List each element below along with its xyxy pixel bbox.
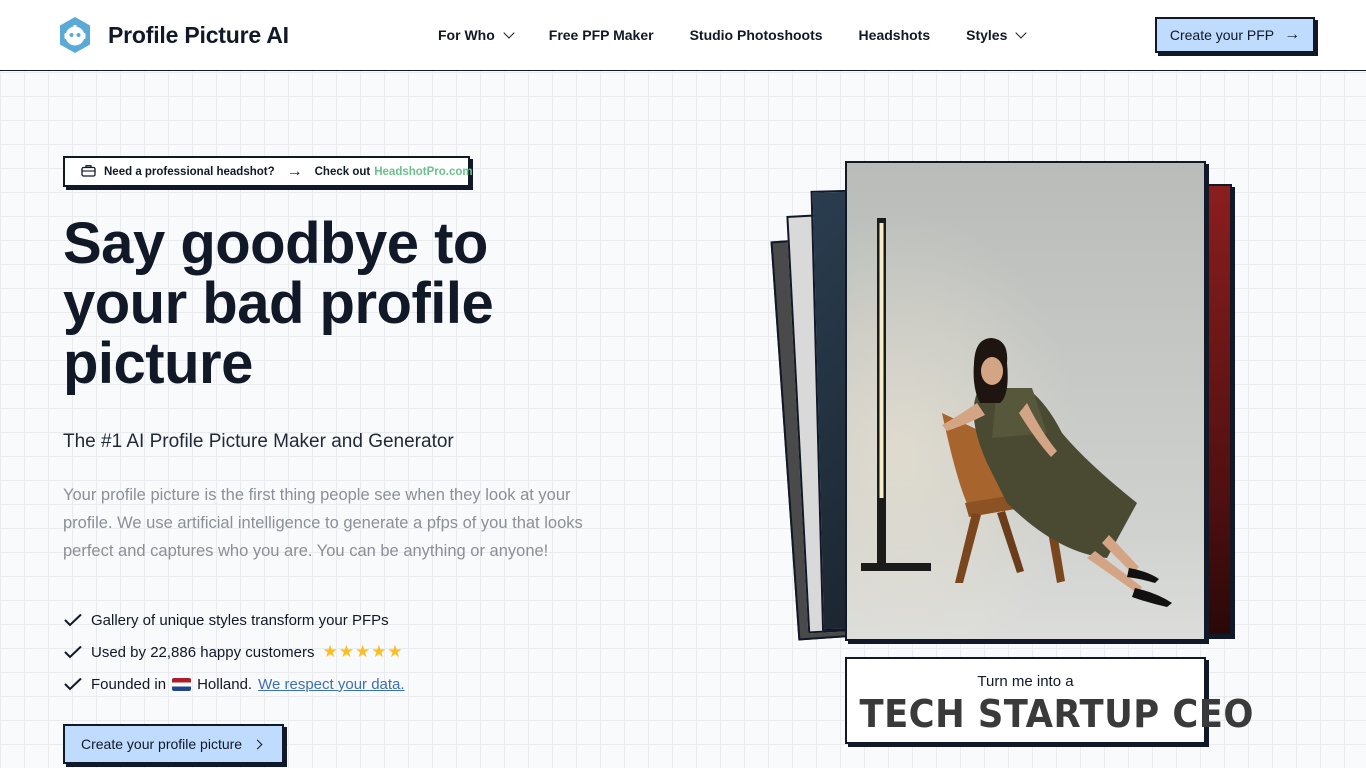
checkmark-icon	[64, 677, 82, 691]
caption-style-name: TECH STARTUP CEO	[859, 692, 1254, 736]
feature-customers-text: Used by 22,886 happy customers	[91, 643, 315, 661]
checkmark-icon	[64, 645, 82, 659]
hero-subtitle: The #1 AI Profile Picture Maker and Gene…	[63, 431, 454, 452]
chevron-right-icon	[252, 739, 263, 749]
feature-customers: Used by 22,886 happy customers ★★★★★	[63, 636, 405, 668]
chevron-down-icon	[1015, 26, 1028, 39]
feature-gallery: Gallery of unique styles transform your …	[63, 604, 405, 636]
create-pfp-button[interactable]: Create your PFP →	[1155, 17, 1315, 53]
caption-small-text: Turn me into a	[977, 673, 1074, 690]
site-header: Profile Picture AI For Who Free PFP Make…	[0, 0, 1366, 71]
nav-free-pfp-maker-label: Free PFP Maker	[548, 27, 654, 43]
respect-data-link[interactable]: We respect your data.	[258, 676, 404, 693]
arrow-right-icon: →	[286, 162, 303, 180]
nav-headshots[interactable]: Headshots	[859, 27, 931, 43]
chevron-down-icon	[503, 26, 515, 39]
headshot-promo-banner[interactable]: Need a professional headshot? → Check ou…	[63, 156, 473, 187]
nav-styles[interactable]: Styles	[966, 26, 1028, 43]
feature-country: Holland.	[197, 675, 253, 693]
hero-title: Say goodbye to your bad profile picture	[63, 211, 494, 396]
robot-logo-icon	[56, 16, 94, 54]
feature-list: Gallery of unique styles transform your …	[63, 604, 405, 700]
nav-styles-label: Styles	[966, 27, 1008, 43]
logo[interactable]: Profile Picture AI	[56, 16, 289, 54]
main-nav: For Who Free PFP Maker Studio Photoshoot…	[438, 0, 1028, 70]
feature-gallery-text: Gallery of unique styles transform your …	[91, 611, 389, 629]
nav-studio-photoshoots[interactable]: Studio Photoshoots	[690, 27, 823, 43]
create-pfp-label: Create your PFP	[1169, 27, 1275, 43]
feature-founded: Founded in Holland. We respect your data…	[63, 668, 405, 700]
nav-free-pfp-maker[interactable]: Free PFP Maker	[549, 27, 654, 43]
briefcase-icon	[81, 164, 96, 180]
nav-headshots-label: Headshots	[858, 27, 931, 43]
banner-question: Need a professional headshot?	[104, 165, 275, 178]
create-profile-picture-label: Create your profile picture	[81, 736, 243, 752]
headshotpro-link[interactable]: HeadshotPro.com	[374, 166, 472, 178]
nav-studio-photoshoots-label: Studio Photoshoots	[689, 27, 823, 43]
showcase-photo	[845, 161, 1206, 641]
style-caption-card: Turn me into a TECH STARTUP CEO	[845, 657, 1254, 744]
nav-for-who[interactable]: For Who	[438, 26, 515, 43]
five-star-rating-icon: ★★★★★	[322, 642, 404, 661]
checkmark-icon	[64, 613, 82, 627]
arrow-right-icon: →	[1284, 26, 1301, 43]
nav-for-who-label: For Who	[438, 27, 495, 43]
netherlands-flag-icon	[172, 677, 192, 691]
banner-check-out: Check out	[314, 165, 371, 178]
brand-name: Profile Picture AI	[108, 21, 289, 48]
feature-founded-text: Founded in	[91, 675, 167, 693]
create-profile-picture-button[interactable]: Create your profile picture	[63, 724, 284, 764]
hero-description: Your profile picture is the first thing …	[63, 486, 583, 560]
